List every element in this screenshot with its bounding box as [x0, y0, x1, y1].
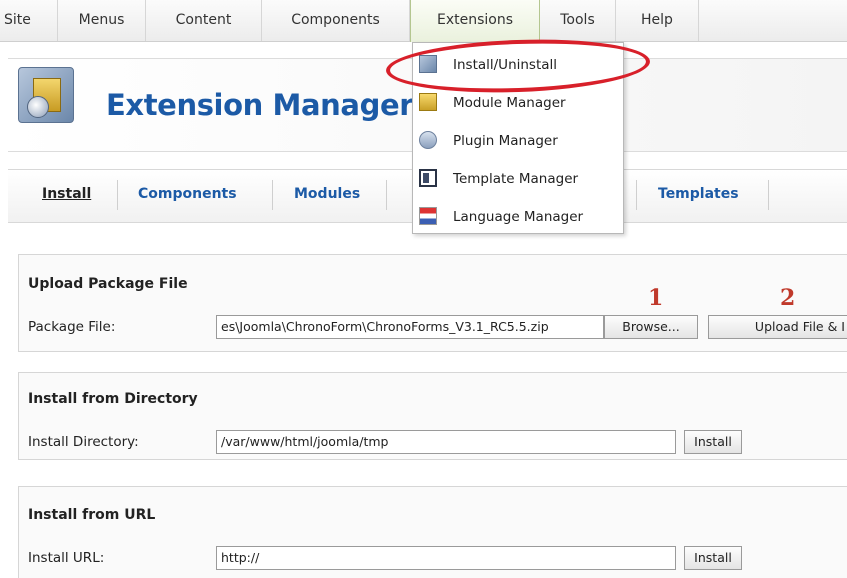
tab-install[interactable]: Install: [42, 186, 91, 202]
tab-components[interactable]: Components: [138, 186, 237, 202]
menubar-divider: [698, 0, 699, 41]
upload-install-button[interactable]: Upload File & I: [708, 315, 847, 339]
dropdown-item-template-manager[interactable]: Template Manager: [413, 161, 623, 199]
extension-manager-icon: [18, 67, 74, 123]
language-icon: [419, 207, 437, 225]
extensions-dropdown-menu: Install/Uninstall Module Manager Plugin …: [412, 42, 624, 234]
module-icon: [419, 93, 437, 111]
dropdown-item-label: Module Manager: [453, 95, 566, 111]
dropdown-item-plugin-manager[interactable]: Plugin Manager: [413, 123, 623, 161]
dropdown-item-label: Template Manager: [453, 171, 579, 187]
menu-tools[interactable]: Tools: [540, 0, 616, 41]
package-file-label: Package File:: [28, 319, 116, 335]
step-number-1: 1: [648, 285, 664, 311]
package-file-input[interactable]: es\Joomla\ChronoForm\ChronoForms_V3.1_RC…: [216, 315, 604, 339]
tab-separator: [272, 180, 273, 210]
tab-separator: [768, 180, 769, 210]
install-directory-button[interactable]: Install: [684, 430, 742, 454]
dropdown-item-label: Language Manager: [453, 209, 584, 225]
install-url-input[interactable]: http://: [216, 546, 676, 570]
tab-separator: [386, 180, 387, 210]
tab-modules[interactable]: Modules: [294, 186, 360, 202]
upload-package-title: Upload Package File: [28, 276, 188, 292]
install-url-title: Install from URL: [28, 507, 156, 523]
dropdown-item-module-manager[interactable]: Module Manager: [413, 85, 623, 123]
dropdown-item-label: Install/Uninstall: [453, 57, 558, 73]
menu-menus[interactable]: Menus: [58, 0, 146, 41]
browse-button[interactable]: Browse...: [604, 315, 698, 339]
menu-components[interactable]: Components: [262, 0, 410, 41]
tab-separator: [117, 180, 118, 210]
install-url-button[interactable]: Install: [684, 546, 742, 570]
dropdown-item-install-uninstall[interactable]: Install/Uninstall: [413, 47, 623, 85]
menu-extensions[interactable]: Extensions: [410, 0, 540, 42]
menu-content[interactable]: Content: [146, 0, 262, 41]
menu-help[interactable]: Help: [616, 0, 698, 41]
menu-site[interactable]: Site: [0, 0, 58, 41]
install-icon: [419, 55, 437, 73]
step-number-2: 2: [780, 285, 796, 311]
install-directory-label: Install Directory:: [28, 434, 139, 450]
install-url-label: Install URL:: [28, 550, 105, 566]
top-menu-bar: Site Menus Content Components Extensions…: [0, 0, 847, 42]
dropdown-item-label: Plugin Manager: [453, 133, 558, 149]
install-directory-input[interactable]: /var/www/html/joomla/tmp: [216, 430, 676, 454]
page-title: Extension Manager: [106, 88, 414, 122]
tab-separator: [636, 180, 637, 210]
dropdown-item-language-manager[interactable]: Language Manager: [413, 199, 623, 237]
tab-templates[interactable]: Templates: [658, 186, 739, 202]
plugin-icon: [419, 131, 437, 149]
template-icon: [419, 169, 437, 187]
install-directory-title: Install from Directory: [28, 391, 198, 407]
